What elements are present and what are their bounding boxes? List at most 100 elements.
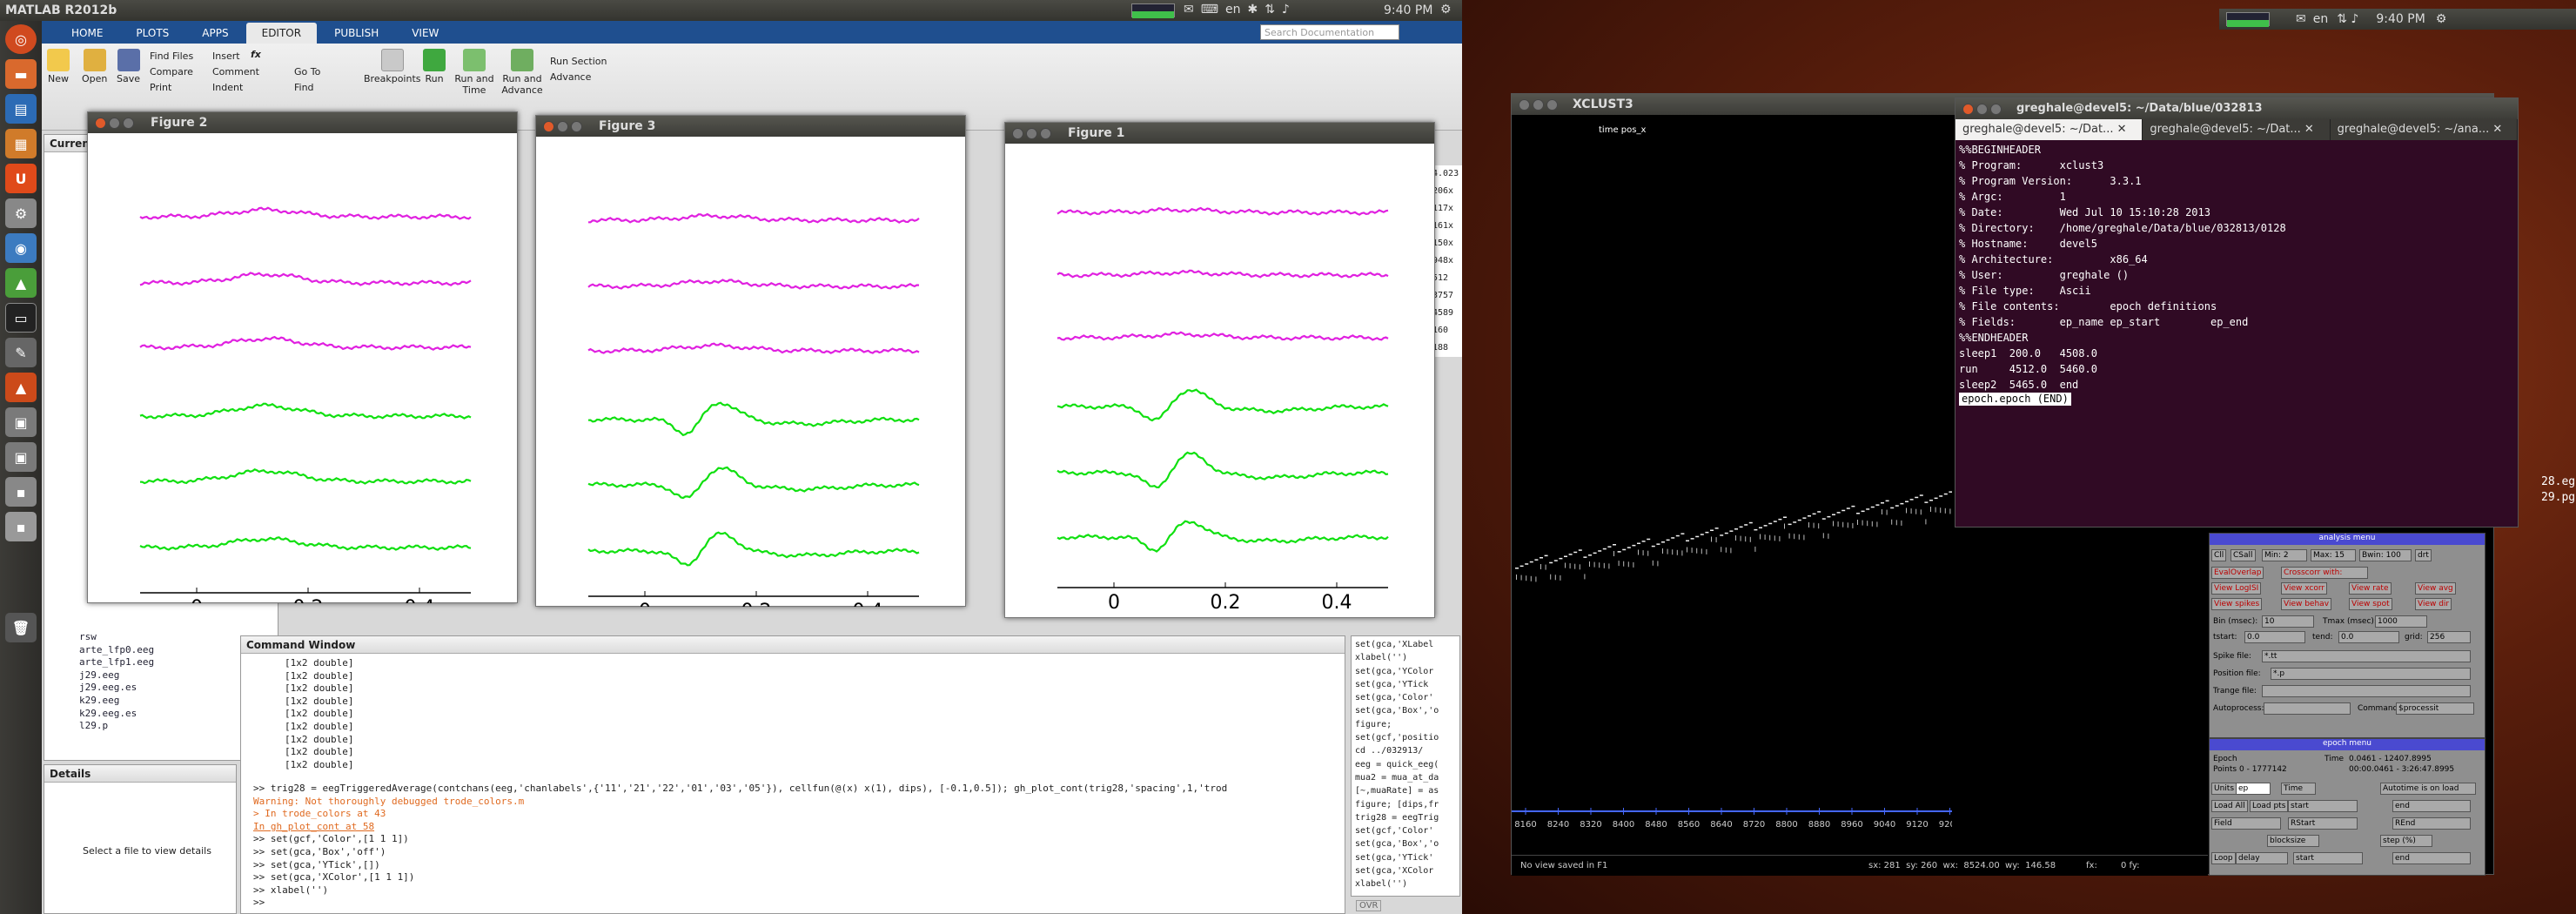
- history-list[interactable]: set(gca,'XLabel xlabel('') set(gca,'YColor…: [1355, 638, 1459, 891]
- command-field[interactable]: $processit: [2396, 702, 2474, 715]
- delay-field[interactable]: delay: [2236, 852, 2288, 864]
- command-prompt[interactable]: >>: [253, 897, 1341, 910]
- history-item[interactable]: mua2 = mua_at_da: [1355, 771, 1459, 784]
- tab-editor[interactable]: EDITOR: [245, 23, 318, 44]
- tab-plots[interactable]: PLOTS: [120, 23, 184, 44]
- spike-file-field[interactable]: *.tt: [2262, 650, 2471, 662]
- minimize-icon[interactable]: [109, 118, 120, 129]
- bwin-field[interactable]: Bwin: 100: [2359, 549, 2412, 561]
- chromium-icon[interactable]: ◉: [5, 233, 37, 263]
- close-icon[interactable]: [543, 121, 554, 132]
- start-field[interactable]: start: [2288, 800, 2358, 812]
- mail-icon[interactable]: ✉: [1184, 3, 1194, 17]
- list-item[interactable]: j29.eeg: [79, 669, 154, 682]
- grid-field[interactable]: 256: [2427, 631, 2471, 643]
- tab-apps[interactable]: APPS: [186, 23, 244, 44]
- system-monitor-graph[interactable]: [2226, 12, 2270, 27]
- run-and-time-button[interactable]: Run and Time: [453, 49, 496, 96]
- step-field[interactable]: step (%): [2380, 835, 2432, 847]
- terminal-output[interactable]: %%BEGINHEADER % Program: xclust3 % Program…: [1959, 142, 2286, 393]
- editor-icon[interactable]: ✎: [5, 338, 37, 367]
- crosscorr-field[interactable]: Crosscorr with:: [2281, 567, 2368, 579]
- volume-icon[interactable]: ♪: [1282, 3, 1290, 17]
- maximize-icon[interactable]: [1546, 99, 1558, 111]
- find-files-button[interactable]: Find Files: [150, 50, 193, 62]
- units-time-button[interactable]: Time: [2281, 783, 2316, 795]
- history-item[interactable]: [~,muaRate] = as: [1355, 784, 1459, 797]
- minimize-icon[interactable]: [557, 121, 568, 132]
- history-item[interactable]: figure; [dips,fr: [1355, 798, 1459, 811]
- matlab-icon[interactable]: ▲: [5, 373, 37, 402]
- minimize-icon[interactable]: [1976, 104, 1988, 115]
- dash-icon[interactable]: ◎: [5, 24, 37, 54]
- autotime-toggle[interactable]: Autotime is on load: [2380, 783, 2476, 795]
- view-dir-button[interactable]: View dir: [2415, 598, 2452, 610]
- open-button[interactable]: Open: [82, 49, 107, 84]
- units-field[interactable]: ep: [2236, 783, 2271, 795]
- maximize-icon[interactable]: [1040, 128, 1051, 139]
- maximize-icon[interactable]: [1990, 104, 2002, 115]
- maximize-icon[interactable]: [571, 121, 582, 132]
- trange-field[interactable]: [2262, 685, 2471, 697]
- history-item[interactable]: set(gca,'YColor: [1355, 665, 1459, 678]
- view-behav-button[interactable]: View behav: [2281, 598, 2332, 610]
- indent-button[interactable]: Indent: [212, 82, 243, 93]
- list-item[interactable]: k29.eeg: [79, 695, 154, 708]
- close-icon[interactable]: [1519, 99, 1530, 111]
- close-icon[interactable]: [1962, 104, 1974, 115]
- load-all-button[interactable]: Load All: [2211, 800, 2248, 812]
- compare-button[interactable]: Compare: [150, 66, 193, 77]
- loop-button[interactable]: Loop: [2211, 852, 2236, 864]
- view-avg-button[interactable]: View avg: [2415, 582, 2456, 595]
- history-item[interactable]: set(gcf,'Color': [1355, 824, 1459, 837]
- bin-field[interactable]: 10: [2262, 615, 2314, 628]
- min-field[interactable]: Min: 2: [2262, 549, 2307, 561]
- run-button[interactable]: Run: [423, 49, 446, 84]
- run-section-button[interactable]: Run Section: [550, 56, 607, 67]
- keyboard-icon[interactable]: ⌨: [1201, 3, 1218, 17]
- advance-button[interactable]: Advance: [550, 71, 591, 83]
- csall-button[interactable]: CSall: [2231, 549, 2256, 561]
- figure-2-window[interactable]: Figure 2 0 0.2 0.4: [87, 111, 518, 603]
- mail-icon[interactable]: ✉: [2296, 12, 2306, 26]
- rend-field[interactable]: REnd: [2392, 817, 2471, 830]
- list-item[interactable]: l29.p: [79, 720, 154, 733]
- drive-icon[interactable]: ▣: [5, 442, 37, 472]
- bluetooth-icon[interactable]: ✱: [1247, 3, 1258, 17]
- history-item[interactable]: set(gca,'YTick: [1355, 678, 1459, 691]
- history-item[interactable]: set(gca,'Color': [1355, 691, 1459, 704]
- search-documentation-input[interactable]: Search Documentation: [1260, 24, 1399, 40]
- history-item[interactable]: eeg = quick_eeg(: [1355, 758, 1459, 771]
- list-item[interactable]: k29.eeg.es: [79, 708, 154, 721]
- android-icon[interactable]: ▲: [5, 268, 37, 298]
- history-item[interactable]: set(gca,'XColor: [1355, 864, 1459, 877]
- view-logisi-button[interactable]: View LogISI: [2211, 582, 2262, 595]
- cl-button[interactable]: Cll: [2211, 549, 2227, 561]
- lang-label[interactable]: en: [2313, 12, 2329, 26]
- software-center-icon[interactable]: U: [5, 164, 37, 193]
- maximize-icon[interactable]: [123, 118, 134, 129]
- files-icon[interactable]: ▬: [5, 59, 37, 89]
- app-icon-2[interactable]: ▪: [5, 512, 37, 541]
- find-button[interactable]: Find: [294, 82, 314, 93]
- list-item[interactable]: arte_lfp1.eeg: [79, 656, 154, 669]
- tab-home[interactable]: HOME: [56, 23, 118, 44]
- new-button[interactable]: New: [47, 49, 70, 84]
- tstart-field[interactable]: 0.0: [2244, 631, 2305, 643]
- history-item[interactable]: figure;: [1355, 718, 1459, 731]
- disk-icon[interactable]: ▣: [5, 407, 37, 437]
- minimize-icon[interactable]: [1533, 99, 1544, 111]
- history-item[interactable]: set(gca,'YTick': [1355, 851, 1459, 864]
- network-icon[interactable]: ⇅: [1265, 3, 1275, 17]
- tab-publish[interactable]: PUBLISH: [319, 23, 394, 44]
- minimize-icon[interactable]: [1026, 128, 1037, 139]
- evaloverlap-button[interactable]: EvalOverlap: [2211, 567, 2264, 579]
- terminal-window[interactable]: greghale@devel5: ~/Data/blue/032813 greg…: [1955, 97, 2519, 528]
- history-item[interactable]: cd ../032913/: [1355, 744, 1459, 757]
- list-item[interactable]: rsw: [79, 631, 154, 644]
- history-item[interactable]: xlabel(''): [1355, 877, 1459, 890]
- clock[interactable]: 9:40 PM: [1384, 3, 1432, 17]
- list-item[interactable]: arte_lfp0.eeg: [79, 644, 154, 657]
- run-and-advance-button[interactable]: Run and Advance: [498, 49, 547, 96]
- figure-3-window[interactable]: Figure 3 0 0.2 0.4: [535, 115, 966, 607]
